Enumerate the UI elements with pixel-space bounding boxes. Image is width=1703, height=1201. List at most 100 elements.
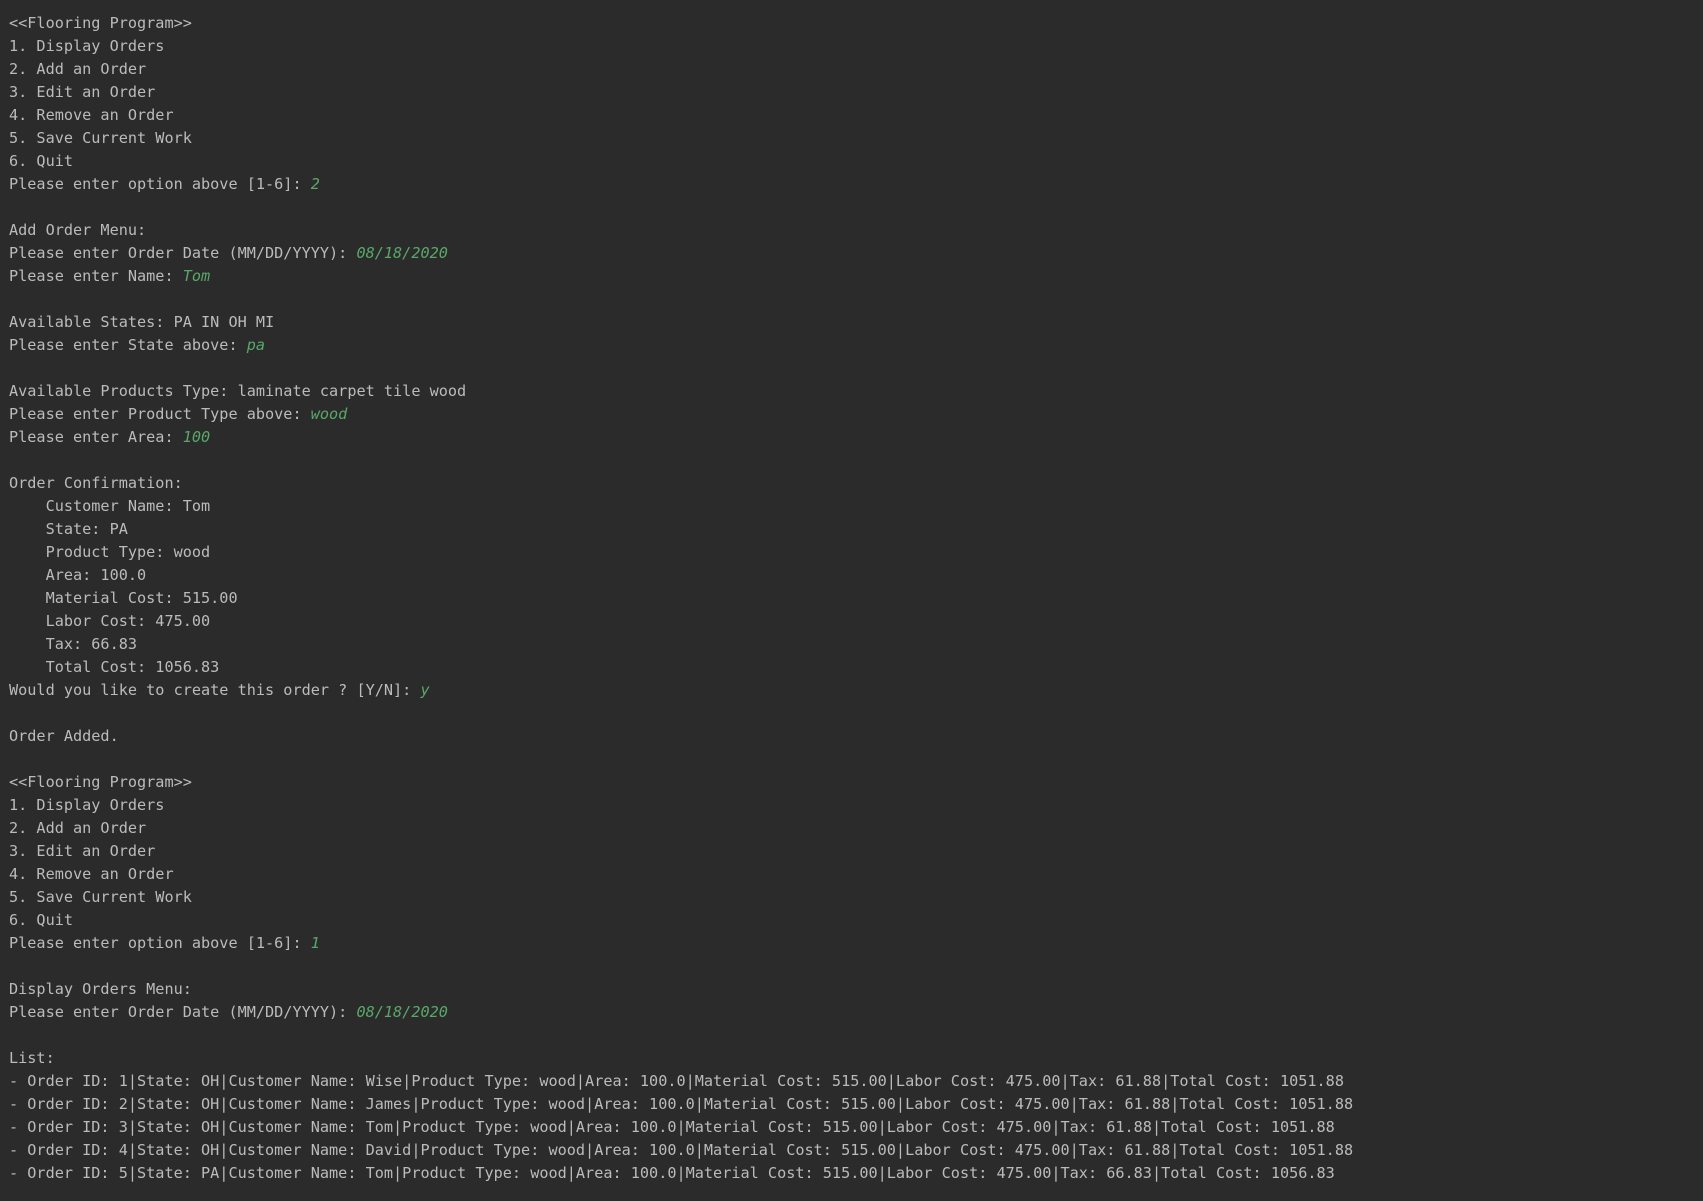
console-text: Labor Cost: 475.00 bbox=[9, 612, 211, 630]
console-line: Product Type: wood bbox=[9, 541, 1703, 564]
console-line: Total Cost: 1056.83 bbox=[9, 656, 1703, 679]
user-input-text: Tom bbox=[182, 267, 211, 285]
console-text: Order Confirmation: bbox=[9, 474, 183, 492]
user-input-text: 2 bbox=[310, 175, 320, 193]
console-line: Add Order Menu: bbox=[9, 219, 1703, 242]
console-text: Please enter Area: bbox=[9, 428, 183, 446]
console-line: 1. Display Orders bbox=[9, 35, 1703, 58]
user-input-text: 100 bbox=[182, 428, 211, 446]
console-line: 2. Add an Order bbox=[9, 817, 1703, 840]
console-text: 4. Remove an Order bbox=[9, 865, 174, 883]
console-line: 3. Edit an Order bbox=[9, 840, 1703, 863]
console-text: Please enter Order Date (MM/DD/YYYY): bbox=[9, 244, 357, 262]
console-line: Customer Name: Tom bbox=[9, 495, 1703, 518]
console-text: Material Cost: 515.00 bbox=[9, 589, 238, 607]
console-text: <<Flooring Program>> bbox=[9, 773, 192, 791]
console-text: <<Flooring Program>> bbox=[9, 14, 192, 32]
console-text: 5. Save Current Work bbox=[9, 888, 192, 906]
console-text: - Order ID: 1|State: OH|Customer Name: W… bbox=[9, 1072, 1344, 1090]
console-text: Please enter State above: bbox=[9, 336, 247, 354]
console-text: Product Type: wood bbox=[9, 543, 211, 561]
console-prompt-line: Please enter Order Date (MM/DD/YYYY): 08… bbox=[9, 242, 1703, 265]
console-output: <<Flooring Program>> 1. Display Orders 2. … bbox=[0, 0, 1703, 1201]
console-text: Available Products Type: laminate carpet… bbox=[9, 382, 467, 400]
console-text: Please enter option above [1-6]: bbox=[9, 175, 311, 193]
console-line: Labor Cost: 475.00 bbox=[9, 610, 1703, 633]
console-line: 4. Remove an Order bbox=[9, 104, 1703, 127]
console-text: 5. Save Current Work bbox=[9, 129, 192, 147]
user-input-text: 1 bbox=[310, 934, 320, 952]
console-text: Total Cost: 1056.83 bbox=[9, 658, 220, 676]
console-text: 1. Display Orders bbox=[9, 37, 165, 55]
console-line: State: PA bbox=[9, 518, 1703, 541]
console-prompt-line: Please enter Order Date (MM/DD/YYYY): 08… bbox=[9, 1001, 1703, 1024]
console-line: 5. Save Current Work bbox=[9, 127, 1703, 150]
console-text: Please enter Order Date (MM/DD/YYYY): bbox=[9, 1003, 357, 1021]
console-line: Order Added. bbox=[9, 725, 1703, 748]
console-text: - Order ID: 2|State: OH|Customer Name: J… bbox=[9, 1095, 1354, 1113]
console-prompt-line: Please enter option above [1-6]: 1 bbox=[9, 932, 1703, 955]
console-prompt-line: Please enter Area: 100 bbox=[9, 426, 1703, 449]
console-text: List: bbox=[9, 1049, 55, 1067]
console-text: 4. Remove an Order bbox=[9, 106, 174, 124]
console-line: 3. Edit an Order bbox=[9, 81, 1703, 104]
user-input-text: pa bbox=[246, 336, 266, 354]
console-text: 3. Edit an Order bbox=[9, 83, 156, 101]
console-text: Display Orders Menu: bbox=[9, 980, 192, 998]
console-line: - Order ID: 4|State: OH|Customer Name: D… bbox=[9, 1139, 1703, 1162]
console-text: Order Added. bbox=[9, 727, 119, 745]
console-line: 6. Quit bbox=[9, 909, 1703, 932]
console-line: Order Confirmation: bbox=[9, 472, 1703, 495]
console-text: Add Order Menu: bbox=[9, 221, 147, 239]
console-text: - Order ID: 3|State: OH|Customer Name: T… bbox=[9, 1118, 1335, 1136]
console-text: 2. Add an Order bbox=[9, 819, 147, 837]
console-line: Material Cost: 515.00 bbox=[9, 587, 1703, 610]
console-line: 4. Remove an Order bbox=[9, 863, 1703, 886]
user-input-text: 08/18/2020 bbox=[356, 1003, 448, 1021]
console-text: 3. Edit an Order bbox=[9, 842, 156, 860]
console-line: <<Flooring Program>> bbox=[9, 12, 1703, 35]
console-line: Available Products Type: laminate carpet… bbox=[9, 380, 1703, 403]
console-line: Available States: PA IN OH MI bbox=[9, 311, 1703, 334]
console-line: 5. Save Current Work bbox=[9, 886, 1703, 909]
console-text: Please enter option above [1-6]: bbox=[9, 934, 311, 952]
console-line: - Order ID: 3|State: OH|Customer Name: T… bbox=[9, 1116, 1703, 1139]
console-text: Area: 100.0 bbox=[9, 566, 147, 584]
console-line: List: bbox=[9, 1047, 1703, 1070]
console-line: 2. Add an Order bbox=[9, 58, 1703, 81]
console-text: Please enter Name: bbox=[9, 267, 183, 285]
console-line: 1. Display Orders bbox=[9, 794, 1703, 817]
console-text: 6. Quit bbox=[9, 911, 74, 929]
console-text: Available States: PA IN OH MI bbox=[9, 313, 275, 331]
console-text: Would you like to create this order ? [Y… bbox=[9, 681, 421, 699]
console-line: Area: 100.0 bbox=[9, 564, 1703, 587]
console-prompt-line: Would you like to create this order ? [Y… bbox=[9, 679, 1703, 702]
console-text: - Order ID: 5|State: PA|Customer Name: T… bbox=[9, 1164, 1335, 1182]
console-prompt-line: Please enter Product Type above: wood bbox=[9, 403, 1703, 426]
console-text: Customer Name: Tom bbox=[9, 497, 211, 515]
console-text: Tax: 66.83 bbox=[9, 635, 138, 653]
console-line: - Order ID: 1|State: OH|Customer Name: W… bbox=[9, 1070, 1703, 1093]
console-prompt-line: Please enter State above: pa bbox=[9, 334, 1703, 357]
user-input-text: wood bbox=[310, 405, 348, 423]
console-text: 1. Display Orders bbox=[9, 796, 165, 814]
console-text: Please enter Product Type above: bbox=[9, 405, 311, 423]
console-line: - Order ID: 2|State: OH|Customer Name: J… bbox=[9, 1093, 1703, 1116]
console-prompt-line: Please enter option above [1-6]: 2 bbox=[9, 173, 1703, 196]
user-input-text: y bbox=[420, 681, 430, 699]
console-text: - Order ID: 4|State: OH|Customer Name: D… bbox=[9, 1141, 1354, 1159]
console-line: - Order ID: 5|State: PA|Customer Name: T… bbox=[9, 1162, 1703, 1185]
console-line: 6. Quit bbox=[9, 150, 1703, 173]
console-line: Display Orders Menu: bbox=[9, 978, 1703, 1001]
console-text: State: PA bbox=[9, 520, 128, 538]
console-text: 6. Quit bbox=[9, 152, 74, 170]
console-line: Tax: 66.83 bbox=[9, 633, 1703, 656]
